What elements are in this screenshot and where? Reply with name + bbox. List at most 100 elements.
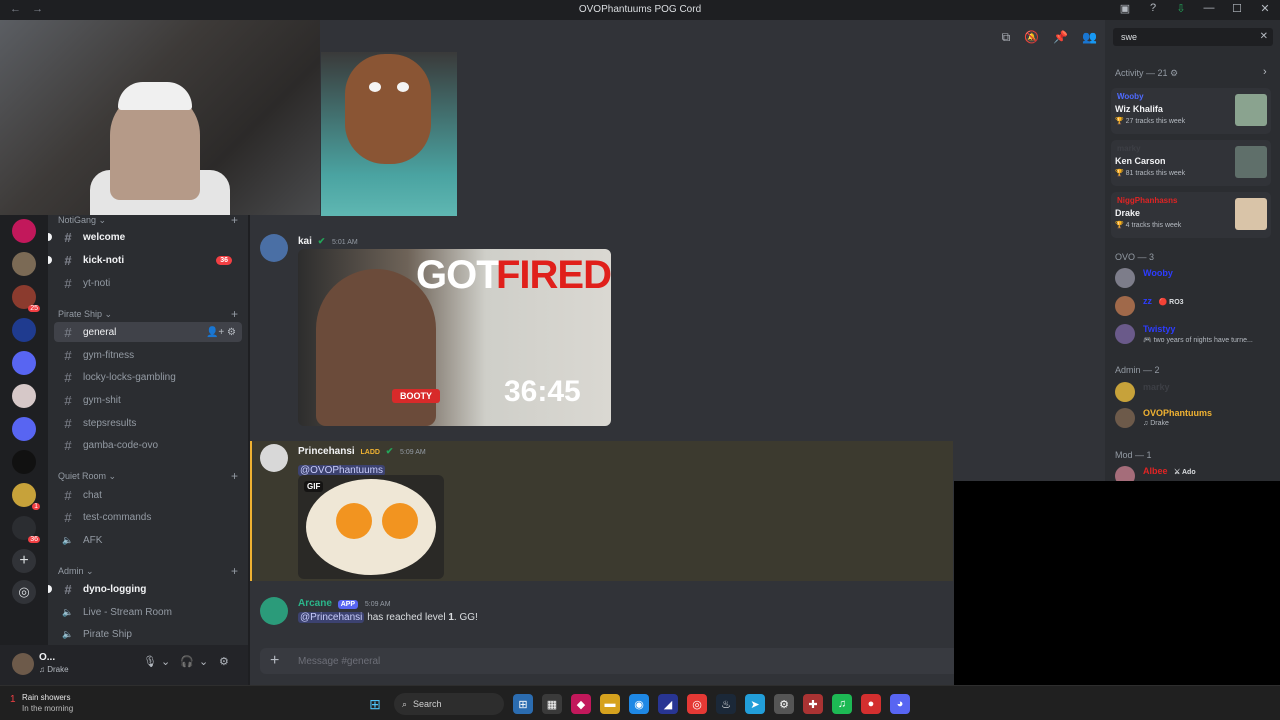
clear-search-icon[interactable]: ✕ xyxy=(1260,31,1268,42)
voice-channel-live-stream-room[interactable]: 🔈 Live - Stream Room xyxy=(54,602,242,622)
taskbar-app-icon[interactable]: ⚙ xyxy=(774,694,794,714)
category-admin[interactable]: Admin ⌄ + xyxy=(58,564,238,578)
taskbar-app-icon[interactable]: ◉ xyxy=(629,694,649,714)
weather-title: Rain showers xyxy=(22,693,71,702)
server-icon[interactable]: 36 xyxy=(12,516,40,543)
microphone-icon[interactable]: 🎙 xyxy=(143,655,157,668)
member-item[interactable]: marky xyxy=(1115,380,1275,404)
discover-icon[interactable]: ◎ xyxy=(12,580,36,604)
taskbar-search[interactable]: ⌕ Search xyxy=(394,693,504,715)
weather-widget[interactable]: 1 Rain showers In the morning xyxy=(10,692,73,714)
channel-gym-fitness[interactable]: # gym-fitness xyxy=(54,345,242,365)
settings-icon[interactable]: ⚙ xyxy=(219,655,229,668)
channel-chat[interactable]: # chat xyxy=(54,485,242,505)
member-item[interactable]: Twistyy 🎮 two years of nights have turne… xyxy=(1115,322,1275,346)
activity-card[interactable]: marky Ken Carson 🏆 81 tracks this week xyxy=(1111,140,1271,186)
add-channel-icon[interactable]: + xyxy=(231,307,238,321)
chevron-down-icon[interactable]: ⌄ xyxy=(199,655,208,668)
channel-dyno-logging[interactable]: # dyno-logging xyxy=(48,579,242,599)
server-icon[interactable]: 25 xyxy=(12,285,40,312)
add-attachment-icon[interactable]: + xyxy=(270,652,279,670)
activity-header[interactable]: Activity — 21 ⚙ xyxy=(1115,68,1178,79)
taskbar-app-icon[interactable]: ▦ xyxy=(542,694,562,714)
server-icon[interactable] xyxy=(12,417,36,441)
notification-bell-icon[interactable]: 🔕 xyxy=(1024,30,1039,45)
taskbar-app-icon[interactable]: ◆ xyxy=(571,694,591,714)
user-mention[interactable]: @Princehansi xyxy=(298,612,365,623)
taskbar-app-icon[interactable]: ● xyxy=(861,694,881,714)
text-channel-icon: # xyxy=(64,437,72,453)
server-badge: 1 xyxy=(32,503,40,510)
start-icon[interactable]: ⊞ xyxy=(365,694,385,714)
server-icon[interactable] xyxy=(12,351,36,375)
avatar[interactable] xyxy=(260,597,288,625)
channel-stepsresults[interactable]: # stepsresults xyxy=(54,413,242,433)
category-notigang[interactable]: NotiGang ⌄ + xyxy=(58,213,238,227)
server-icon[interactable]: 1 xyxy=(12,483,40,510)
activity-artist: Drake xyxy=(1115,208,1141,218)
taskbar-app-icon[interactable]: ♨ xyxy=(716,694,736,714)
message-input[interactable]: Message #general xyxy=(298,656,380,667)
taskbar-app-icon[interactable]: ◕ xyxy=(890,694,910,714)
avatar[interactable] xyxy=(260,234,288,262)
threads-icon[interactable]: ⧉ xyxy=(1002,30,1011,45)
channel-yt-noti[interactable]: # yt-noti xyxy=(54,273,242,293)
timestamp: 5:09 AM xyxy=(400,449,426,456)
search-value: swe xyxy=(1121,32,1138,42)
voice-channel-pirate-ship[interactable]: 🔈 Pirate Ship xyxy=(54,624,242,644)
help-icon[interactable]: ? xyxy=(1146,2,1160,15)
search-input[interactable]: swe ✕ xyxy=(1113,28,1273,46)
channel-settings-icons[interactable]: 👤+ ⚙ xyxy=(206,327,236,338)
server-icon[interactable] xyxy=(12,252,36,276)
avatar[interactable] xyxy=(12,653,34,675)
channel-welcome[interactable]: # welcome xyxy=(48,227,242,247)
category-quiet-room[interactable]: Quiet Room ⌄ + xyxy=(58,469,238,483)
add-channel-icon[interactable]: + xyxy=(231,564,238,578)
server-icon[interactable] xyxy=(12,450,36,474)
add-channel-icon[interactable]: + xyxy=(231,213,238,227)
taskbar-app-icon[interactable]: ⊞ xyxy=(513,694,533,714)
add-channel-icon[interactable]: + xyxy=(231,469,238,483)
voice-channel-afk[interactable]: 🔈 AFK xyxy=(54,530,242,550)
author-name[interactable]: Arcane xyxy=(298,598,332,609)
server-icon[interactable] xyxy=(12,384,36,408)
video-thumbnail[interactable]: GOT FIRED.. BOOTY 36:45 xyxy=(298,249,611,426)
pin-icon[interactable]: 📌 xyxy=(1053,30,1068,45)
avatar[interactable] xyxy=(260,444,288,472)
member-list-icon[interactable]: 👥 xyxy=(1082,30,1097,45)
author-name[interactable]: Princehansi xyxy=(298,446,355,457)
channel-locky-locks-gambling[interactable]: # locky-locks-gambling xyxy=(54,367,242,387)
headset-icon[interactable]: 🎧 xyxy=(180,655,194,668)
channel-test-commands[interactable]: # test-commands xyxy=(54,507,242,527)
taskbar-app-icon[interactable]: ▬ xyxy=(600,694,620,714)
channel-kick-noti[interactable]: # kick-noti 36 xyxy=(48,250,242,270)
member-item[interactable]: Wooby xyxy=(1115,266,1275,290)
taskbar-app-icon[interactable]: ♫ xyxy=(832,694,852,714)
inbox-icon[interactable]: ▣ xyxy=(1118,2,1132,15)
add-server-button[interactable]: + xyxy=(12,549,36,573)
close-button[interactable]: ✕ xyxy=(1258,2,1272,15)
channel-gamba-code-ovo[interactable]: # gamba-code-ovo xyxy=(54,435,242,455)
taskbar-app-icon[interactable]: ➤ xyxy=(745,694,765,714)
category-pirate-ship[interactable]: Pirate Ship ⌄ + xyxy=(58,307,238,321)
webcam-overlay xyxy=(0,20,320,215)
activity-card[interactable]: Wooby Wiz Khalifa 🏆 27 tracks this week xyxy=(1111,88,1271,134)
gif-embed[interactable]: GIF xyxy=(298,475,444,579)
server-icon[interactable] xyxy=(12,318,36,342)
chevron-down-icon[interactable]: ⌄ xyxy=(161,655,170,668)
minimize-button[interactable]: — xyxy=(1202,2,1216,15)
author-name[interactable]: kai xyxy=(298,236,312,247)
taskbar-app-icon[interactable]: ◢ xyxy=(658,694,678,714)
download-icon[interactable]: ⇩ xyxy=(1174,2,1188,15)
channel-general[interactable]: # general 👤+ ⚙ xyxy=(54,322,242,342)
maximize-button[interactable]: ☐ xyxy=(1230,2,1244,15)
server-icon[interactable] xyxy=(12,219,36,243)
chevron-right-icon[interactable]: › xyxy=(1263,66,1267,78)
member-item[interactable]: zz 🔴 RO3 xyxy=(1115,294,1275,318)
server-badge: 25 xyxy=(28,305,40,312)
taskbar-app-icon[interactable]: ✚ xyxy=(803,694,823,714)
activity-card[interactable]: NiggPhanhasns Drake 🏆 4 tracks this week xyxy=(1111,192,1271,238)
channel-gym-shit[interactable]: # gym-shit xyxy=(54,390,242,410)
member-item[interactable]: OVOPhantuums ♫ Drake xyxy=(1115,406,1275,430)
taskbar-app-icon[interactable]: ◎ xyxy=(687,694,707,714)
